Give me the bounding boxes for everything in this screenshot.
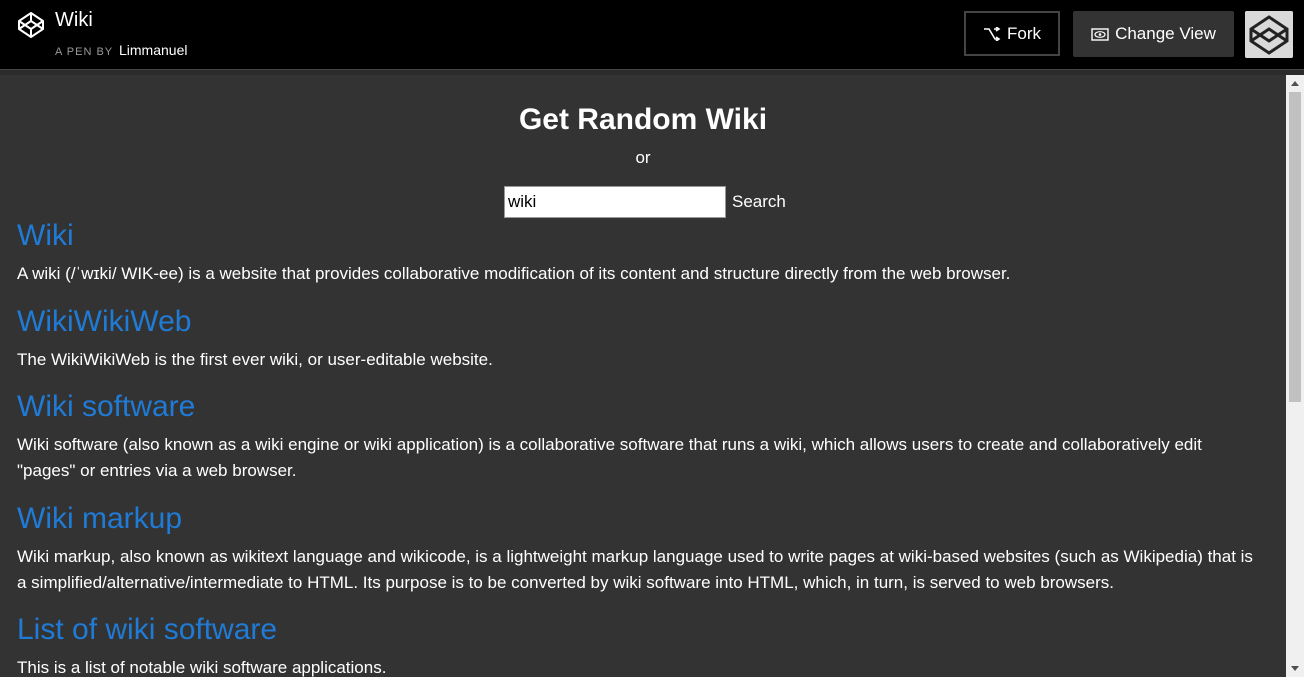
result-title-link[interactable]: WikiWikiWeb bbox=[17, 305, 1257, 339]
result-description: The WikiWikiWeb is the first ever wiki, … bbox=[17, 350, 493, 369]
result-item: List of wiki software This is a list of … bbox=[17, 613, 1257, 677]
result-title-link[interactable]: Wiki software bbox=[17, 390, 1257, 424]
scrollbar-thumb[interactable] bbox=[1289, 92, 1301, 402]
search-input[interactable] bbox=[504, 186, 726, 218]
author-link[interactable]: Limmanuel bbox=[119, 42, 187, 58]
codepen-logo-icon[interactable] bbox=[16, 10, 46, 40]
fork-button[interactable]: Fork bbox=[964, 11, 1060, 56]
change-view-button[interactable]: Change View bbox=[1073, 11, 1234, 57]
fork-label: Fork bbox=[1007, 23, 1041, 43]
eye-icon bbox=[1091, 28, 1109, 41]
pen-header: Wiki A PEN BY Limmanuel Fork Change View bbox=[0, 0, 1304, 69]
result-description: A wiki (/ˈwɪki/ WIK-ee) is a website tha… bbox=[17, 264, 1011, 283]
scroll-down-arrow-icon[interactable] bbox=[1286, 660, 1304, 677]
avatar-icon bbox=[1245, 11, 1293, 58]
by-label: A PEN BY bbox=[55, 46, 113, 58]
vertical-scrollbar[interactable] bbox=[1286, 75, 1304, 677]
result-title-link[interactable]: Wiki markup bbox=[17, 502, 1257, 536]
result-item: Wiki software Wiki software (also known … bbox=[17, 390, 1257, 484]
result-description: This is a list of notable wiki software … bbox=[17, 658, 387, 677]
scroll-up-arrow-icon[interactable] bbox=[1286, 75, 1304, 92]
result-title-link[interactable]: List of wiki software bbox=[17, 613, 1257, 647]
result-description: Wiki software (also known as a wiki engi… bbox=[17, 435, 1202, 480]
search-form: Search bbox=[504, 186, 786, 218]
user-avatar[interactable] bbox=[1245, 11, 1293, 58]
result-title-link[interactable]: Wiki bbox=[17, 219, 1257, 253]
result-item: WikiWikiWeb The WikiWikiWeb is the first… bbox=[17, 305, 1257, 373]
page-title[interactable]: Get Random Wiki bbox=[0, 103, 1286, 137]
result-description: Wiki markup, also known as wikitext lang… bbox=[17, 547, 1253, 592]
or-text: or bbox=[635, 148, 651, 167]
change-view-label: Change View bbox=[1115, 24, 1216, 43]
search-button[interactable]: Search bbox=[732, 192, 786, 212]
fork-icon bbox=[984, 26, 1001, 41]
pen-byline: A PEN BY Limmanuel bbox=[55, 42, 187, 58]
pen-preview: Get Random Wiki or Search Wiki A wiki (/… bbox=[0, 75, 1286, 677]
pen-title: Wiki bbox=[55, 9, 93, 31]
result-item: Wiki markup Wiki markup, also known as w… bbox=[17, 502, 1257, 596]
result-item: Wiki A wiki (/ˈwɪki/ WIK-ee) is a websit… bbox=[17, 219, 1257, 287]
